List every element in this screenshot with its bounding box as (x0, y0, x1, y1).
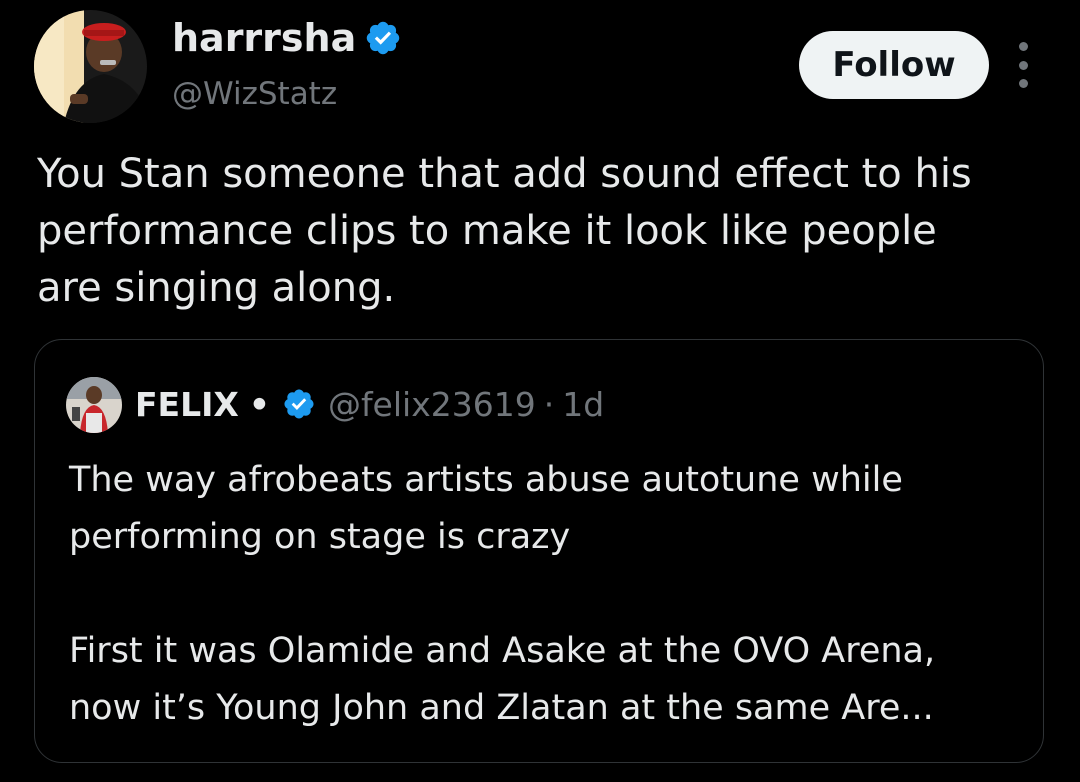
more-dot (1018, 60, 1028, 70)
quoted-author-handle[interactable]: @felix23619 (328, 385, 536, 424)
more-dot (1018, 79, 1028, 88)
verified-badge-icon (284, 389, 314, 419)
quoted-meta-separator: · (543, 384, 555, 424)
verified-badge-icon (367, 21, 400, 55)
quoted-tweet-text: The way afrobeats artists abuse autotune… (69, 452, 1029, 737)
quoted-paragraph: The way afrobeats artists abuse autotune… (69, 460, 903, 557)
author-avatar[interactable] (34, 10, 147, 123)
author-handle[interactable]: @WizStatz (172, 72, 337, 116)
author-display-name[interactable]: harrrsha (172, 14, 356, 62)
more-dot (1018, 42, 1028, 51)
quoted-name-suffix: • (248, 384, 270, 424)
tweet-text: You Stan someone that add sound effect t… (37, 151, 972, 311)
author-name-row[interactable]: harrrsha (172, 14, 402, 62)
more-vertical-icon[interactable] (1008, 42, 1038, 88)
author-avatar-image (34, 10, 147, 123)
quoted-tweet-header: FELIX • @felix23619 · 1d (135, 380, 604, 428)
follow-button[interactable]: Follow (799, 31, 989, 99)
quoted-author-avatar[interactable] (66, 377, 122, 433)
quoted-author-name[interactable]: FELIX (135, 385, 239, 424)
quoted-paragraph: First it was Olamide and Asake at the OV… (69, 631, 936, 728)
quoted-timestamp[interactable]: 1d (562, 385, 604, 424)
quoted-tweet-card[interactable]: FELIX • @felix23619 · 1d The way afrobea… (34, 339, 1044, 763)
quoted-author-avatar-image (66, 377, 122, 433)
